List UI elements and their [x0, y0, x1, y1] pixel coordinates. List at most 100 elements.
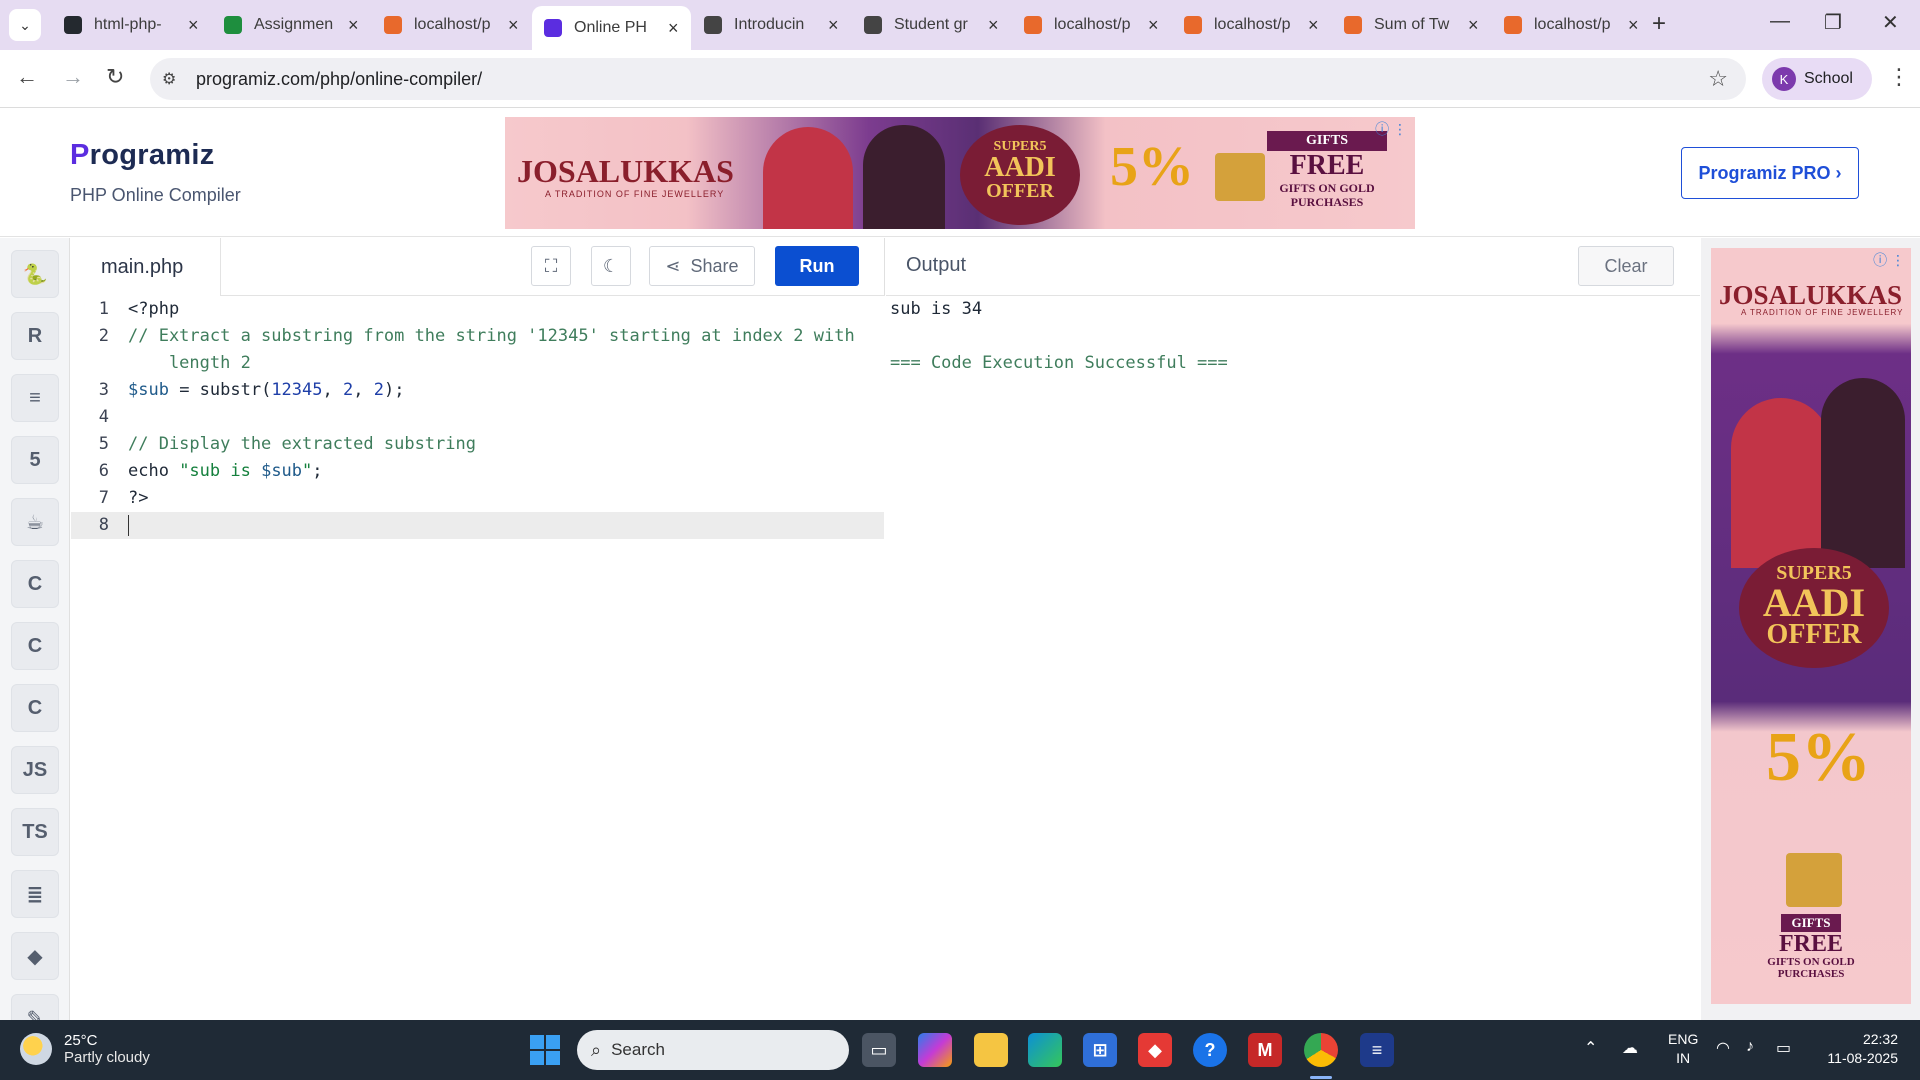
file-tab-main-php[interactable]: main.php	[71, 238, 221, 296]
browser-tab[interactable]: Student gr ×	[852, 8, 1011, 42]
browser-tab[interactable]: localhost/p ×	[1492, 8, 1651, 42]
browser-tab[interactable]: Introducin ×	[692, 8, 851, 42]
programiz-pro-button[interactable]: Programiz PRO ›	[1681, 147, 1859, 199]
close-tab-icon[interactable]: ×	[1148, 15, 1159, 36]
task-view-icon[interactable]: ▭	[862, 1033, 896, 1067]
file-explorer-icon[interactable]	[974, 1033, 1008, 1067]
mcafee-icon[interactable]: M	[1248, 1033, 1282, 1067]
close-tab-icon[interactable]: ×	[988, 15, 999, 36]
edge-icon[interactable]	[1028, 1033, 1062, 1067]
java-icon[interactable]: ☕	[11, 498, 59, 546]
back-icon[interactable]: ←	[16, 64, 38, 90]
code-line[interactable]: 7 ?>	[71, 485, 884, 512]
maximize-icon[interactable]: ❐	[1824, 10, 1842, 35]
vertical-ad[interactable]: JOSALUKKAS A TRADITION OF FINE JEWELLERY…	[1711, 248, 1911, 1004]
code-line[interactable]: length 2	[71, 350, 884, 377]
tab-label: localhost/p	[1214, 16, 1291, 33]
code-line[interactable]: 3 $sub = substr(12345, 2, 2);	[71, 377, 884, 404]
browser-tab[interactable]: Online PH ×	[532, 6, 691, 50]
ad-info-icon[interactable]: ⓘ ⋮	[1873, 250, 1905, 270]
volume-icon[interactable]: ♪	[1746, 1038, 1754, 1056]
url-text: programiz.com/php/online-compiler/	[196, 69, 483, 89]
go-icon[interactable]: ≣	[11, 870, 59, 918]
copilot-icon[interactable]	[918, 1033, 952, 1067]
close-tab-icon[interactable]: ×	[668, 18, 679, 39]
code-area[interactable]: 1 <?php 2 // Extract a substring from the s…	[71, 296, 885, 1020]
fullscreen-button[interactable]: ⛶	[531, 246, 571, 286]
taskbar-search[interactable]: ⌕ Search	[577, 1030, 849, 1070]
code-line[interactable]: 4	[71, 404, 884, 431]
programiz-logo[interactable]: Programiz	[70, 139, 215, 172]
close-window-icon[interactable]: ✕	[1882, 10, 1899, 35]
c-icon[interactable]: C	[11, 560, 59, 608]
close-tab-icon[interactable]: ×	[348, 15, 359, 36]
ad-banner[interactable]: JOSALUKKAS A TRADITION OF FINE JEWELLERY…	[505, 117, 1415, 229]
close-tab-icon[interactable]: ×	[508, 15, 519, 36]
cplusplus-icon[interactable]: C	[11, 622, 59, 670]
sql-icon[interactable]: ≡	[11, 374, 59, 422]
browser-tab[interactable]: localhost/p ×	[372, 8, 531, 42]
minimize-icon[interactable]: —	[1770, 10, 1790, 33]
chrome-icon[interactable]	[1304, 1033, 1338, 1067]
javascript-icon[interactable]: JS	[11, 746, 59, 794]
show-hidden-icons-icon[interactable]: ⌃	[1584, 1038, 1597, 1058]
code-line[interactable]: 5 // Display the extracted substring	[71, 431, 884, 458]
close-tab-icon[interactable]: ×	[1468, 15, 1479, 36]
close-tab-icon[interactable]: ×	[188, 15, 199, 36]
browser-toolbar: ← → ↻ ⚙ programiz.com/php/online-compile…	[0, 50, 1920, 108]
close-tab-icon[interactable]: ×	[828, 15, 839, 36]
weather-widget[interactable]: 25°C Partly cloudy	[20, 1032, 150, 1066]
csharp-icon[interactable]: C	[11, 684, 59, 732]
typescript-icon[interactable]: TS	[11, 808, 59, 856]
bookmark-star-icon[interactable]: ☆	[1708, 66, 1728, 92]
code-line[interactable]: 2 // Extract a substring from the string …	[71, 323, 884, 350]
close-tab-icon[interactable]: ×	[1628, 15, 1639, 36]
store-icon[interactable]: ⊞	[1083, 1033, 1117, 1067]
run-button[interactable]: Run	[775, 246, 859, 286]
php-icon[interactable]: ◆	[11, 932, 59, 980]
input-language[interactable]: ENG IN	[1668, 1030, 1698, 1068]
vscode-icon[interactable]: ≡	[1360, 1033, 1394, 1067]
output-line: === Code Execution Successful ===	[890, 353, 1228, 373]
browser-tab[interactable]: localhost/p ×	[1012, 8, 1171, 42]
code-line[interactable]: 1 <?php	[71, 296, 884, 323]
r-icon[interactable]: R	[11, 312, 59, 360]
browser-tab[interactable]: Assignmen ×	[212, 8, 371, 42]
browser-tab[interactable]: html-php- ×	[52, 8, 211, 42]
site-info-icon[interactable]: ⚙	[162, 69, 176, 89]
new-tab-button[interactable]: +	[1652, 10, 1666, 38]
help-icon[interactable]: ?	[1193, 1033, 1227, 1067]
line-number: 3	[98, 380, 109, 400]
ad-brand: JOSALUKKAS	[517, 153, 734, 189]
address-bar[interactable]: ⚙ programiz.com/php/online-compiler/ ☆	[150, 58, 1746, 100]
output-console: sub is 34 === Code Execution Successful =…	[890, 296, 1696, 377]
windows-start-icon[interactable]	[530, 1035, 560, 1065]
forward-icon[interactable]: →	[62, 64, 84, 90]
tab-search-button[interactable]: ⌄	[9, 9, 41, 41]
browser-tab[interactable]: Sum of Tw ×	[1332, 8, 1491, 42]
wifi-icon[interactable]: ◠	[1716, 1038, 1730, 1058]
close-tab-icon[interactable]: ×	[1308, 15, 1319, 36]
output-line: sub is 34	[890, 299, 983, 319]
swift-icon[interactable]: ✎	[11, 994, 59, 1020]
html-icon[interactable]: 5	[11, 436, 59, 484]
onedrive-icon[interactable]: ☁	[1622, 1038, 1638, 1058]
clear-button[interactable]: Clear	[1578, 246, 1674, 286]
reload-icon[interactable]: ↻	[106, 64, 124, 90]
dark-mode-button[interactable]: ☾	[591, 246, 631, 286]
python-icon[interactable]: 🐍	[11, 250, 59, 298]
browser-menu-icon[interactable]: ⋮	[1888, 64, 1910, 90]
git-app-icon[interactable]: ◆	[1138, 1033, 1172, 1067]
system-clock[interactable]: 22:32 11-08-2025	[1818, 1030, 1898, 1068]
code-text: echo "sub is $sub";	[128, 461, 323, 481]
battery-icon[interactable]: ▭	[1776, 1038, 1791, 1058]
code-line[interactable]: 8	[71, 512, 884, 539]
xampp-icon	[384, 16, 402, 34]
share-button[interactable]: ⋖ Share	[649, 246, 755, 286]
search-icon: ⌕	[591, 1039, 602, 1060]
ad-info-icon[interactable]: ⓘ ⋮	[1375, 119, 1407, 139]
profile-button[interactable]: K School	[1762, 58, 1872, 100]
browser-tab[interactable]: localhost/p ×	[1172, 8, 1331, 42]
line-number: 4	[98, 407, 109, 427]
code-line[interactable]: 6 echo "sub is $sub";	[71, 458, 884, 485]
